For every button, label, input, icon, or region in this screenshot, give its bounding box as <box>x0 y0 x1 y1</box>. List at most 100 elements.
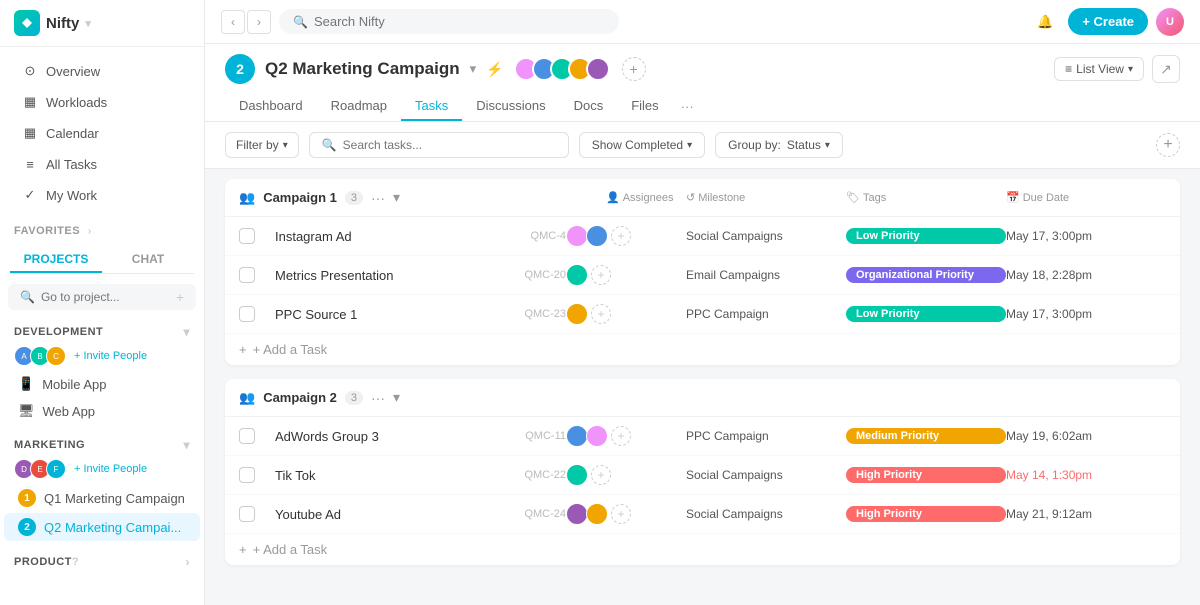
assignee-avatar <box>566 264 588 286</box>
campaign-2-header: 👥 Campaign 2 3 ··· ▾ <box>225 379 1180 417</box>
tab-docs[interactable]: Docs <box>560 92 618 121</box>
view-controls: ≡ List View ▾ ↗ <box>1054 55 1180 83</box>
tab-files[interactable]: Files <box>617 92 672 121</box>
task-checkbox[interactable] <box>239 267 255 283</box>
sidebar-item-overview[interactable]: ⊙ Overview <box>6 56 198 86</box>
add-member-button[interactable]: + <box>622 57 646 81</box>
task-name[interactable]: Instagram Ad <box>275 229 486 244</box>
task-assignees: + <box>566 503 686 525</box>
add-task-button-1[interactable]: + + Add a Task <box>225 334 1180 365</box>
project-item-q1[interactable]: 1 Q1 Marketing Campaign <box>4 484 200 512</box>
search-bar[interactable]: 🔍 <box>279 9 619 34</box>
task-name[interactable]: PPC Source 1 <box>275 307 486 322</box>
due-date: May 18, 2:28pm <box>1006 268 1166 282</box>
campaign-1-header: 👥 Campaign 1 3 ··· ▾ 👤 Assignees ↺ Miles… <box>225 179 1180 217</box>
task-name[interactable]: Metrics Presentation <box>275 268 486 283</box>
search-project[interactable]: 🔍 + <box>8 284 196 310</box>
tab-more[interactable]: ··· <box>673 93 702 120</box>
task-content: 👥 Campaign 1 3 ··· ▾ 👤 Assignees ↺ Miles… <box>205 169 1200 605</box>
search-tasks-icon: 🔍 <box>322 138 337 152</box>
search-project-input[interactable] <box>41 290 170 304</box>
add-assignee-button[interactable]: + <box>611 426 631 446</box>
add-assignee-button[interactable]: + <box>591 465 611 485</box>
task-assignees: + <box>566 264 686 286</box>
task-row: Tik Tok QMC-22 + Social Campaigns High P… <box>225 456 1180 495</box>
milestone: Social Campaigns <box>686 507 846 521</box>
add-task-button-2[interactable]: + + Add a Task <box>225 534 1180 565</box>
search-tasks-input[interactable]: 🔍 <box>309 132 569 158</box>
development-label[interactable]: DEVELOPMENT ▾ <box>0 320 204 344</box>
tab-discussions[interactable]: Discussions <box>462 92 559 121</box>
project-title-row: 2 Q2 Marketing Campaign ▾ ⚡ + ≡ List Vie… <box>225 54 1180 84</box>
member-avatars <box>514 57 610 81</box>
project-item-mobile-app[interactable]: 📱 Mobile App <box>4 371 200 397</box>
task-checkbox[interactable] <box>239 467 255 483</box>
project-number-badge: 2 <box>225 54 255 84</box>
task-checkbox[interactable] <box>239 306 255 322</box>
task-checkbox[interactable] <box>239 428 255 444</box>
search-project-icon: 🔍 <box>20 290 35 304</box>
campaign-2-more-icon[interactable]: ··· <box>371 390 385 406</box>
list-view-chevron-icon: ▾ <box>1128 64 1133 75</box>
sidebar-item-workloads[interactable]: ▦ Workloads <box>6 87 198 117</box>
check-icon: ✓ <box>22 187 38 203</box>
list-view-button[interactable]: ≡ List View ▾ <box>1054 57 1144 81</box>
forward-button[interactable]: › <box>247 10 271 34</box>
lightning-icon[interactable]: ⚡ <box>486 61 503 78</box>
create-button[interactable]: + Create <box>1068 8 1148 35</box>
back-button[interactable]: ‹ <box>221 10 245 34</box>
assignee-avatar <box>586 503 608 525</box>
project-item-q2[interactable]: 2 Q2 Marketing Campai... <box>4 513 200 541</box>
campaign-1-chevron-icon[interactable]: ▾ <box>393 189 400 206</box>
tab-chat[interactable]: CHAT <box>102 247 194 273</box>
campaign-icon: 👥 <box>239 190 255 206</box>
app-chevron-icon: ▾ <box>85 17 91 30</box>
tag-badge: High Priority <box>846 506 1006 522</box>
assignee-avatar <box>586 425 608 447</box>
task-checkbox[interactable] <box>239 228 255 244</box>
task-name[interactable]: Youtube Ad <box>275 507 486 522</box>
task-name[interactable]: AdWords Group 3 <box>275 429 486 444</box>
campaign-1-more-icon[interactable]: ··· <box>371 190 385 206</box>
add-assignee-button[interactable]: + <box>611 226 631 246</box>
group-by-button[interactable]: Group by: Status ▾ <box>715 132 843 158</box>
notification-bell-button[interactable]: 🔔 <box>1030 7 1060 37</box>
product-chevron-icon: › <box>186 555 191 569</box>
show-completed-chevron-icon: ▾ <box>687 140 692 151</box>
add-assignee-button[interactable]: + <box>591 304 611 324</box>
sidebar-item-mywork[interactable]: ✓ My Work <box>6 180 198 210</box>
sidebar-item-alltasks[interactable]: ≡ All Tasks <box>6 149 198 179</box>
task-checkbox[interactable] <box>239 506 255 522</box>
share-button[interactable]: ↗ <box>1152 55 1180 83</box>
sidebar-nav: ⊙ Overview ▦ Workloads ▦ Calendar ≡ All … <box>0 47 204 219</box>
search-input[interactable] <box>314 14 605 29</box>
task-id: QMC-22 <box>486 469 566 481</box>
tab-dashboard[interactable]: Dashboard <box>225 92 317 121</box>
tab-tasks[interactable]: Tasks <box>401 92 462 121</box>
campaign-2-chevron-icon[interactable]: ▾ <box>393 389 400 406</box>
due-date: May 17, 3:00pm <box>1006 307 1166 321</box>
filter-button[interactable]: Filter by ▾ <box>225 132 299 158</box>
task-name[interactable]: Tik Tok <box>275 468 486 483</box>
invite-people-marketing[interactable]: + Invite People <box>74 463 147 475</box>
add-project-icon[interactable]: + <box>176 289 184 305</box>
project-item-web-app[interactable]: 🖥 Web App <box>4 398 200 424</box>
favorites-section[interactable]: FAVORITES › <box>0 219 204 243</box>
add-assignee-button[interactable]: + <box>611 504 631 524</box>
search-tasks-field[interactable] <box>343 138 556 152</box>
project-title-chevron-icon[interactable]: ▾ <box>470 61 477 77</box>
sidebar-item-calendar[interactable]: ▦ Calendar <box>6 118 198 148</box>
product-label[interactable]: PRODUCT ? › <box>0 550 204 574</box>
task-assignees: + <box>566 225 686 247</box>
nav-arrows: ‹ › <box>221 10 271 34</box>
invite-people-development[interactable]: + Invite People <box>74 350 147 362</box>
add-assignee-button[interactable]: + <box>591 265 611 285</box>
add-column-button[interactable]: + <box>1156 133 1180 157</box>
user-avatar[interactable]: U <box>1156 8 1184 36</box>
sidebar-header: Nifty ▾ <box>0 0 204 47</box>
tag-badge: Low Priority <box>846 228 1006 244</box>
tab-projects[interactable]: PROJECTS <box>10 247 102 273</box>
marketing-label[interactable]: MARKETING ▾ <box>0 433 204 457</box>
tab-roadmap[interactable]: Roadmap <box>317 92 401 121</box>
show-completed-button[interactable]: Show Completed ▾ <box>579 132 705 158</box>
